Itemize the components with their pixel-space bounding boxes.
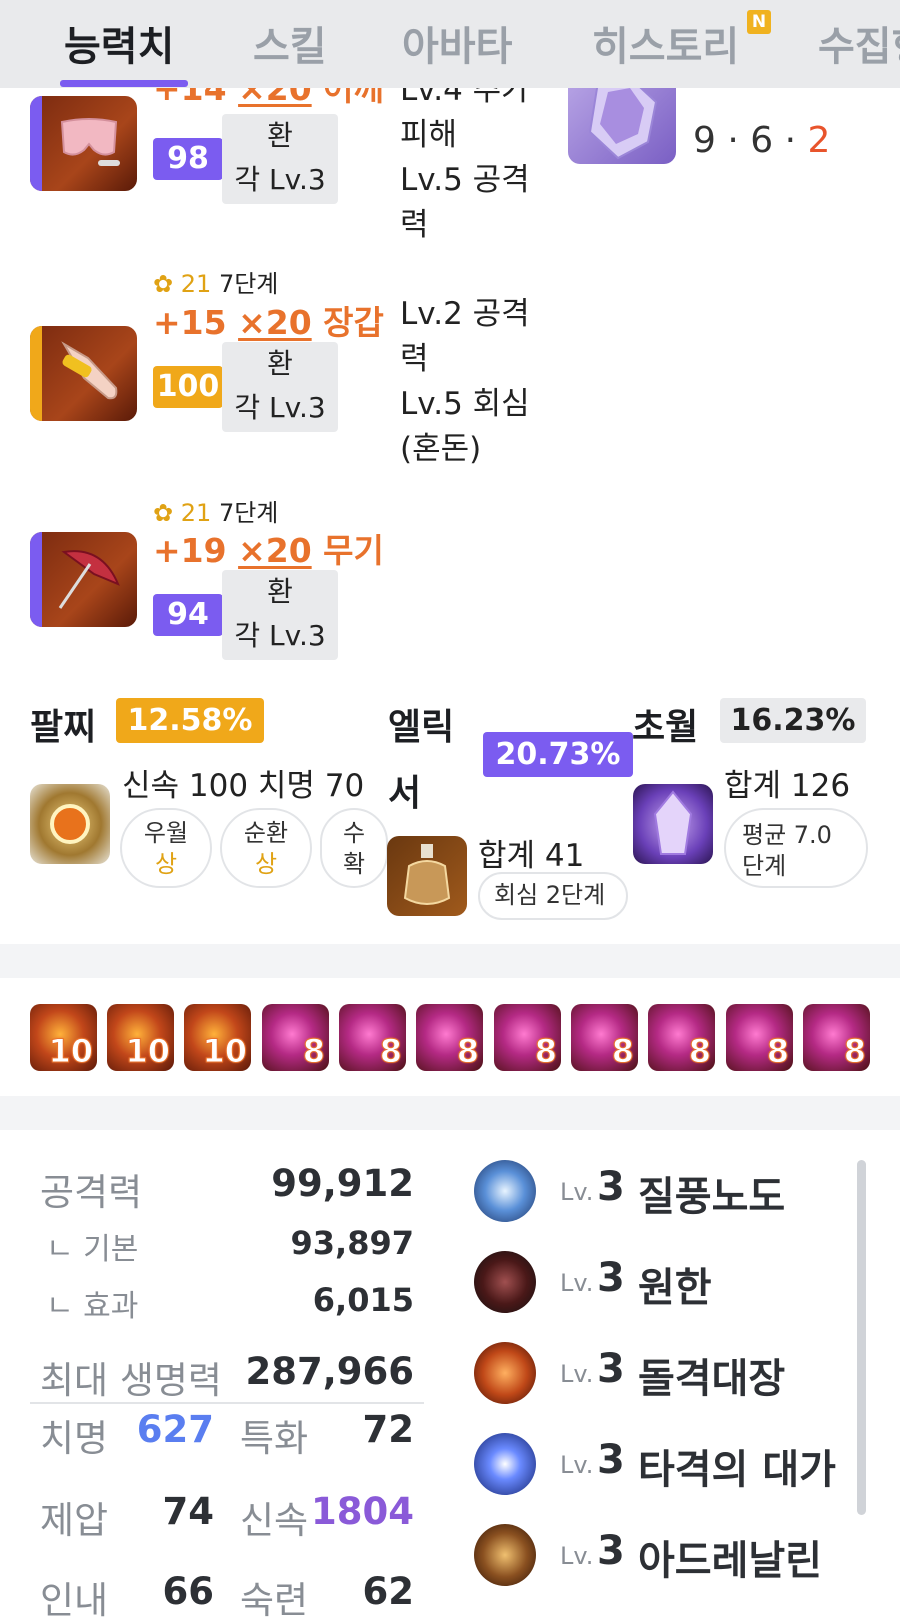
- bracelet-effect-pill[interactable]: 수확: [320, 808, 388, 888]
- hp-value: 287,966: [245, 1350, 414, 1393]
- gem-icon[interactable]: 8: [262, 1004, 329, 1071]
- hp-label: 최대 생명력: [40, 1359, 222, 1402]
- gem-icon[interactable]: 8: [648, 1004, 715, 1071]
- gem-icon[interactable]: 8: [571, 1004, 638, 1071]
- attack-base-value: 93,897: [290, 1224, 414, 1262]
- raid-captain-engraving-icon: [474, 1342, 536, 1404]
- engraving-name: 질풍노도: [638, 1174, 786, 1220]
- engraving-level-prefix: Lv.: [560, 1269, 594, 1297]
- gem-icon[interactable]: 10: [30, 1004, 97, 1071]
- tab-history[interactable]: 히스토리: [592, 14, 739, 72]
- crit-label: 치명: [40, 1417, 109, 1460]
- swiftness-label: 신속: [240, 1499, 309, 1542]
- attack-base-label: ㄴ 기본: [46, 1232, 139, 1267]
- item-name: +19 ×20 무기: [153, 531, 384, 570]
- elixir-item-icon[interactable]: [387, 836, 467, 916]
- gem-icon[interactable]: 8: [803, 1004, 870, 1071]
- grade-line: ✿ 21 7단계: [153, 270, 279, 298]
- engravings-scrollbar[interactable]: [857, 1160, 866, 1515]
- quality-badge: 100: [153, 366, 223, 408]
- gem-icon[interactable]: 10: [107, 1004, 174, 1071]
- attack-label: 공격력: [40, 1171, 143, 1214]
- attack-effect-label: ㄴ 효과: [46, 1289, 139, 1324]
- engraving-level: 3: [597, 1528, 625, 1574]
- stats-divider: [30, 1402, 424, 1404]
- tab-stats[interactable]: 능력치: [64, 14, 174, 72]
- adrenaline-engraving-icon: [474, 1524, 536, 1586]
- elixir-total: 합계 41: [478, 838, 585, 874]
- gem-icon[interactable]: 8: [726, 1004, 793, 1071]
- elixir-pct-badge: 20.73%: [483, 732, 633, 777]
- transcend-effect-pill[interactable]: 평균 7.0 단계: [724, 808, 868, 888]
- gem-icon[interactable]: 8: [416, 1004, 483, 1071]
- grade-line: ✿ 21 7단계: [153, 499, 279, 527]
- quality-badge: 94: [153, 594, 223, 636]
- gem-icon[interactable]: 8: [494, 1004, 561, 1071]
- new-badge: N: [747, 10, 771, 34]
- transcend-label: 초월: [632, 707, 699, 748]
- transcend-pct-badge: 16.23%: [720, 698, 866, 743]
- attack-effect-value: 6,015: [312, 1281, 414, 1319]
- transcend-total: 합계 126: [724, 768, 851, 804]
- tab-skill[interactable]: 스킬: [253, 14, 327, 72]
- engraving-name: 아드레날린: [638, 1538, 822, 1584]
- tab-bar: 능력치 스킬 아바타 히스토리 N 수집형: [0, 0, 900, 88]
- elixir-effect-pill[interactable]: 회심 2단계: [478, 872, 628, 920]
- weapon-item-icon[interactable]: [30, 532, 137, 627]
- bracelet-pct-badge: 12.58%: [116, 698, 264, 743]
- gloves-item-icon[interactable]: [30, 326, 137, 421]
- sun-icon: ✿: [153, 499, 174, 527]
- tab-avatar[interactable]: 아바타: [402, 14, 512, 72]
- section-divider: [0, 944, 900, 978]
- attack-value: 99,912: [271, 1162, 414, 1205]
- shoulder-item-icon[interactable]: [30, 96, 137, 191]
- active-tab-indicator: [60, 80, 188, 87]
- sun-icon: ✿: [153, 270, 174, 298]
- bracelet-stats: 신속 100 치명 70: [122, 768, 365, 804]
- grudge-engraving-icon: [474, 1251, 536, 1313]
- engraving-level-prefix: Lv.: [560, 1178, 594, 1206]
- engraving-level: 3: [597, 1164, 625, 1210]
- bracelet-effect-pill[interactable]: 순환 상: [220, 808, 312, 888]
- gem-icon[interactable]: 10: [184, 1004, 251, 1071]
- domination-label: 제압: [40, 1499, 109, 1542]
- section-divider: [0, 1096, 900, 1130]
- endurance-value: 66: [162, 1570, 215, 1613]
- elixir-label-line-2: 서: [388, 773, 422, 814]
- engraving-level-prefix: Lv.: [560, 1360, 594, 1388]
- engraving-level-prefix: Lv.: [560, 1542, 594, 1570]
- expertise-label: 숙련: [240, 1579, 309, 1622]
- bracelet-item-icon[interactable]: [30, 784, 110, 864]
- hit-master-engraving-icon: [474, 1433, 536, 1495]
- engraving-level: 3: [597, 1346, 625, 1392]
- item-name: +15 ×20 장갑: [153, 303, 384, 342]
- engraving-name: 돌격대장: [638, 1356, 786, 1402]
- engraving-name: 원한: [638, 1265, 712, 1311]
- bracelet-effect-pill[interactable]: 우월 상: [120, 808, 212, 888]
- transcend-item-icon[interactable]: [633, 784, 713, 864]
- elixir-box: 환각 Lv.3: [222, 342, 338, 432]
- wind-engraving-icon: [474, 1160, 536, 1222]
- bracelet-label: 팔찌: [30, 707, 97, 748]
- engraving-level-prefix: Lv.: [560, 1451, 594, 1479]
- elixir-box: 환각 Lv.3: [222, 114, 338, 204]
- spec-label: 특화: [240, 1417, 309, 1460]
- effect-text: Lv.2 공격 력 Lv.5 회심 (혼돈): [400, 296, 530, 467]
- endurance-label: 인내: [40, 1579, 109, 1622]
- crit-value: 627: [136, 1408, 214, 1451]
- engraving-name: 타격의 대가: [638, 1447, 836, 1493]
- quality-badge: 98: [153, 138, 223, 180]
- engraving-level: 3: [597, 1255, 625, 1301]
- domination-value: 74: [162, 1490, 215, 1533]
- elixir-label-line-1: 엘릭: [388, 707, 455, 748]
- gem-icon[interactable]: 8: [339, 1004, 406, 1071]
- effect-text: Lv.4 추가 피해 Lv.5 공격 력: [400, 72, 530, 243]
- engraving-level: 3: [597, 1437, 625, 1483]
- expertise-value: 62: [362, 1570, 415, 1613]
- accessory-stat-numbers: 9 · 6 · 2: [693, 120, 831, 161]
- elixir-box: 환각 Lv.3: [222, 570, 338, 660]
- tab-collection[interactable]: 수집형: [818, 14, 900, 72]
- swiftness-value: 1804: [311, 1490, 414, 1533]
- spec-value: 72: [362, 1408, 415, 1451]
